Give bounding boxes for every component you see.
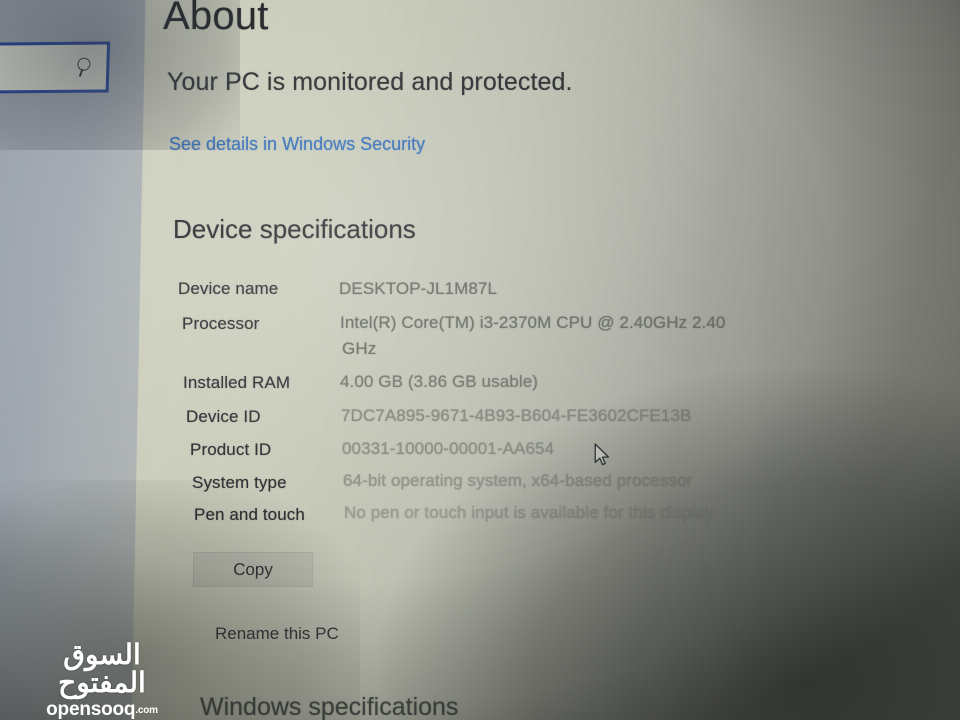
spec-label-device-name: Device name — [178, 279, 279, 298]
rename-this-pc-button[interactable]: Rename this PC — [215, 624, 339, 644]
spec-label-system-type: System type — [192, 473, 287, 492]
spec-value-processor-line2: GHz — [342, 339, 377, 358]
spec-value-installed-ram: 4.00 GB (3.86 GB usable) — [340, 372, 539, 391]
spec-label-device-id: Device ID — [186, 407, 261, 426]
spec-value-device-name: DESKTOP-JL1M87L — [339, 279, 498, 298]
spec-label-pen-and-touch: Pen and touch — [194, 505, 305, 524]
spec-value-system-type: 64-bit operating system, x64-based proce… — [343, 471, 693, 490]
page-title: About — [163, 0, 269, 38]
spec-value-product-id: 00331-10000-00001-AA654 — [342, 439, 555, 458]
windows-specifications-heading: Windows specifications — [200, 693, 459, 720]
spec-label-processor: Processor — [182, 314, 260, 333]
spec-label-product-id: Product ID — [190, 440, 272, 459]
about-page-content: About Your PC is monitored and protected… — [0, 0, 960, 720]
see-details-in-windows-security-link[interactable]: See details in Windows Security — [169, 134, 425, 155]
device-specifications-heading: Device specifications — [173, 214, 416, 244]
spec-label-installed-ram: Installed RAM — [183, 373, 291, 392]
screenshot-root: About Your PC is monitored and protected… — [0, 0, 960, 720]
spec-value-device-id: 7DC7A895-9671-4B93-B604-FE3602CFE13B — [341, 406, 692, 425]
spec-value-processor: Intel(R) Core(TM) i3-2370M CPU @ 2.40GHz… — [340, 313, 726, 332]
spec-value-pen-and-touch: No pen or touch input is available for t… — [344, 503, 714, 522]
copy-button[interactable]: Copy — [192, 552, 314, 587]
security-status-text: Your PC is monitored and protected. — [167, 68, 573, 96]
